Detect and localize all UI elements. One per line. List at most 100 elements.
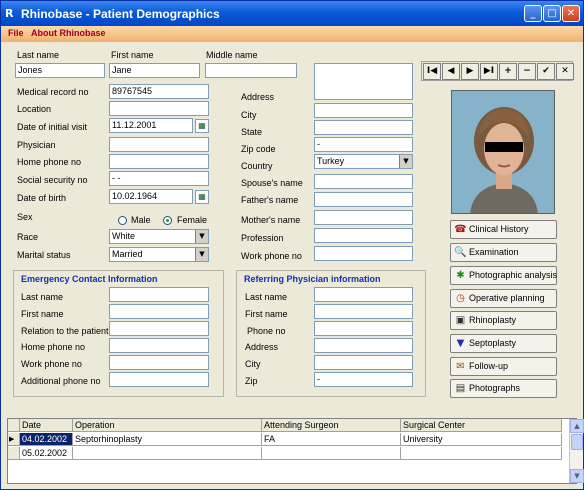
marital-label: Marital status — [17, 250, 71, 260]
ec-work-phone-field[interactable] — [109, 355, 209, 370]
maximize-button[interactable]: □ — [543, 5, 561, 22]
country-dropdown-icon[interactable]: ▼ — [399, 155, 412, 168]
menu-bar: File About Rhinobase — [1, 26, 583, 42]
country-select[interactable]: Turkey ▼ — [314, 154, 413, 169]
first-name-field[interactable]: Jane — [109, 63, 200, 78]
sex-male-radio[interactable] — [118, 216, 127, 225]
emergency-contact-title: Emergency Contact Information — [21, 274, 158, 284]
minimize-button[interactable]: _ — [524, 5, 542, 22]
septoplasty-label: Septoplasty — [469, 338, 517, 348]
grid-cell-operation[interactable]: Septorhinoplasty — [73, 433, 262, 446]
profession-field[interactable] — [314, 228, 413, 243]
nav-delete-button[interactable]: − — [518, 63, 536, 80]
rp-city-field[interactable] — [314, 355, 413, 370]
scroll-up-icon[interactable]: ▲ — [570, 419, 584, 433]
nav-last-button[interactable]: ▶I — [480, 63, 498, 80]
location-field[interactable] — [109, 101, 209, 116]
rp-phone-field[interactable] — [314, 321, 413, 336]
grid-header-center[interactable]: Surgical Center — [401, 419, 562, 432]
city-field[interactable] — [314, 103, 413, 118]
grid-cell-surgeon[interactable] — [262, 447, 401, 460]
ec-last-name-label: Last name — [21, 292, 64, 302]
address-field[interactable] — [314, 63, 413, 100]
operative-planning-button[interactable]: ◷ Operative planning — [450, 289, 557, 308]
address-label: Address — [241, 92, 275, 102]
rp-address-field[interactable] — [314, 338, 413, 353]
ec-first-name-field[interactable] — [109, 304, 209, 319]
last-name-field[interactable]: Jones — [15, 63, 105, 78]
race-select[interactable]: White ▼ — [109, 229, 209, 244]
rp-zip-field[interactable]: - — [314, 372, 413, 387]
nav-add-button[interactable]: + — [499, 63, 517, 80]
country-label: Country — [241, 161, 273, 171]
physician-field[interactable] — [109, 137, 209, 152]
grid-cell-date[interactable]: 04.02.2002 — [20, 433, 73, 446]
grid-vertical-scrollbar[interactable]: ▲ ▼ — [569, 419, 584, 483]
operations-grid[interactable]: Date Operation Attending Surgeon Surgica… — [7, 418, 584, 484]
zip-field[interactable]: - — [314, 137, 413, 152]
nav-post-button[interactable]: ✔ — [537, 63, 555, 80]
mother-label: Mother's name — [241, 215, 301, 225]
grid-cell-center[interactable]: University — [401, 433, 562, 446]
sex-male-label: Male — [131, 215, 151, 225]
scroll-thumb[interactable] — [571, 434, 583, 450]
ssn-field[interactable]: - - — [109, 171, 209, 186]
nav-cancel-button[interactable]: ✕ — [556, 63, 574, 80]
nav-next-button[interactable]: ▶ — [461, 63, 479, 80]
photographs-label: Photographs — [469, 383, 521, 393]
ec-last-name-field[interactable] — [109, 287, 209, 302]
follow-up-label: Follow-up — [469, 361, 509, 371]
rp-address-label: Address — [245, 342, 279, 352]
grid-cell-date[interactable]: 05.02.2002 — [20, 447, 73, 460]
father-field[interactable] — [314, 192, 413, 207]
clinical-history-button[interactable]: ☎ Clinical History — [450, 220, 557, 239]
grid-header-date[interactable]: Date — [20, 419, 73, 432]
follow-up-button[interactable]: ✉ Follow-up — [450, 357, 557, 376]
mrn-label: Medical record no — [17, 87, 89, 97]
rp-city-label: City — [245, 359, 261, 369]
scroll-down-icon[interactable]: ▼ — [570, 469, 584, 483]
initial-visit-calendar-icon[interactable]: ▦ — [195, 119, 209, 133]
title-bar: R Rhinobase - Patient Demographics _ □ ✕ — [1, 1, 583, 26]
ec-relation-field[interactable] — [109, 321, 209, 336]
ec-additional-phone-field[interactable] — [109, 372, 209, 387]
operative-planning-icon: ◷ — [456, 293, 465, 304]
photographs-button[interactable]: ▤ Photographs — [450, 379, 557, 398]
nav-first-button[interactable]: I◀ — [423, 63, 441, 80]
dob-calendar-icon[interactable]: ▦ — [195, 190, 209, 204]
mother-field[interactable] — [314, 210, 413, 225]
rp-last-name-field[interactable] — [314, 287, 413, 302]
work-phone-field[interactable] — [314, 246, 413, 261]
examination-button[interactable]: 🔍 Examination — [450, 243, 557, 262]
sex-female-radio[interactable] — [163, 216, 172, 225]
race-value: White — [112, 231, 136, 241]
photographic-analysis-button[interactable]: ✱ Photographic analysis — [450, 266, 557, 285]
septoplasty-button[interactable]: ▼ Septoplasty — [450, 334, 557, 353]
grid-cell-operation[interactable] — [73, 447, 262, 460]
nav-prev-button[interactable]: ◀ — [442, 63, 460, 80]
close-button[interactable]: ✕ — [562, 5, 580, 22]
zip-label: Zip code — [241, 144, 276, 154]
initial-visit-field[interactable]: 11.12.2001 — [109, 118, 193, 133]
grid-header-operation[interactable]: Operation — [73, 419, 262, 432]
dob-field[interactable]: 10.02.1964 — [109, 189, 193, 204]
rhinoplasty-button[interactable]: ▣ Rhinoplasty — [450, 311, 557, 330]
grid-cell-center[interactable] — [401, 447, 562, 460]
ec-home-phone-field[interactable] — [109, 338, 209, 353]
work-phone-label: Work phone no — [241, 251, 302, 261]
grid-header-surgeon[interactable]: Attending Surgeon — [262, 419, 401, 432]
state-label: State — [241, 127, 263, 137]
marital-select[interactable]: Married ▼ — [109, 247, 209, 262]
grid-cell-surgeon[interactable]: FA — [262, 433, 401, 446]
rp-first-name-field[interactable] — [314, 304, 413, 319]
middle-name-field[interactable] — [205, 63, 297, 78]
state-field[interactable] — [314, 120, 413, 135]
home-phone-field[interactable] — [109, 154, 209, 169]
marital-dropdown-icon[interactable]: ▼ — [195, 248, 208, 261]
menu-file[interactable]: File — [8, 28, 24, 38]
menu-about[interactable]: About Rhinobase — [31, 28, 106, 38]
mrn-field[interactable]: 89767545 — [109, 84, 209, 99]
race-dropdown-icon[interactable]: ▼ — [195, 230, 208, 243]
record-navigator: I◀ ◀ ▶ ▶I + − ✔ ✕ — [421, 61, 574, 81]
spouse-field[interactable] — [314, 174, 413, 189]
